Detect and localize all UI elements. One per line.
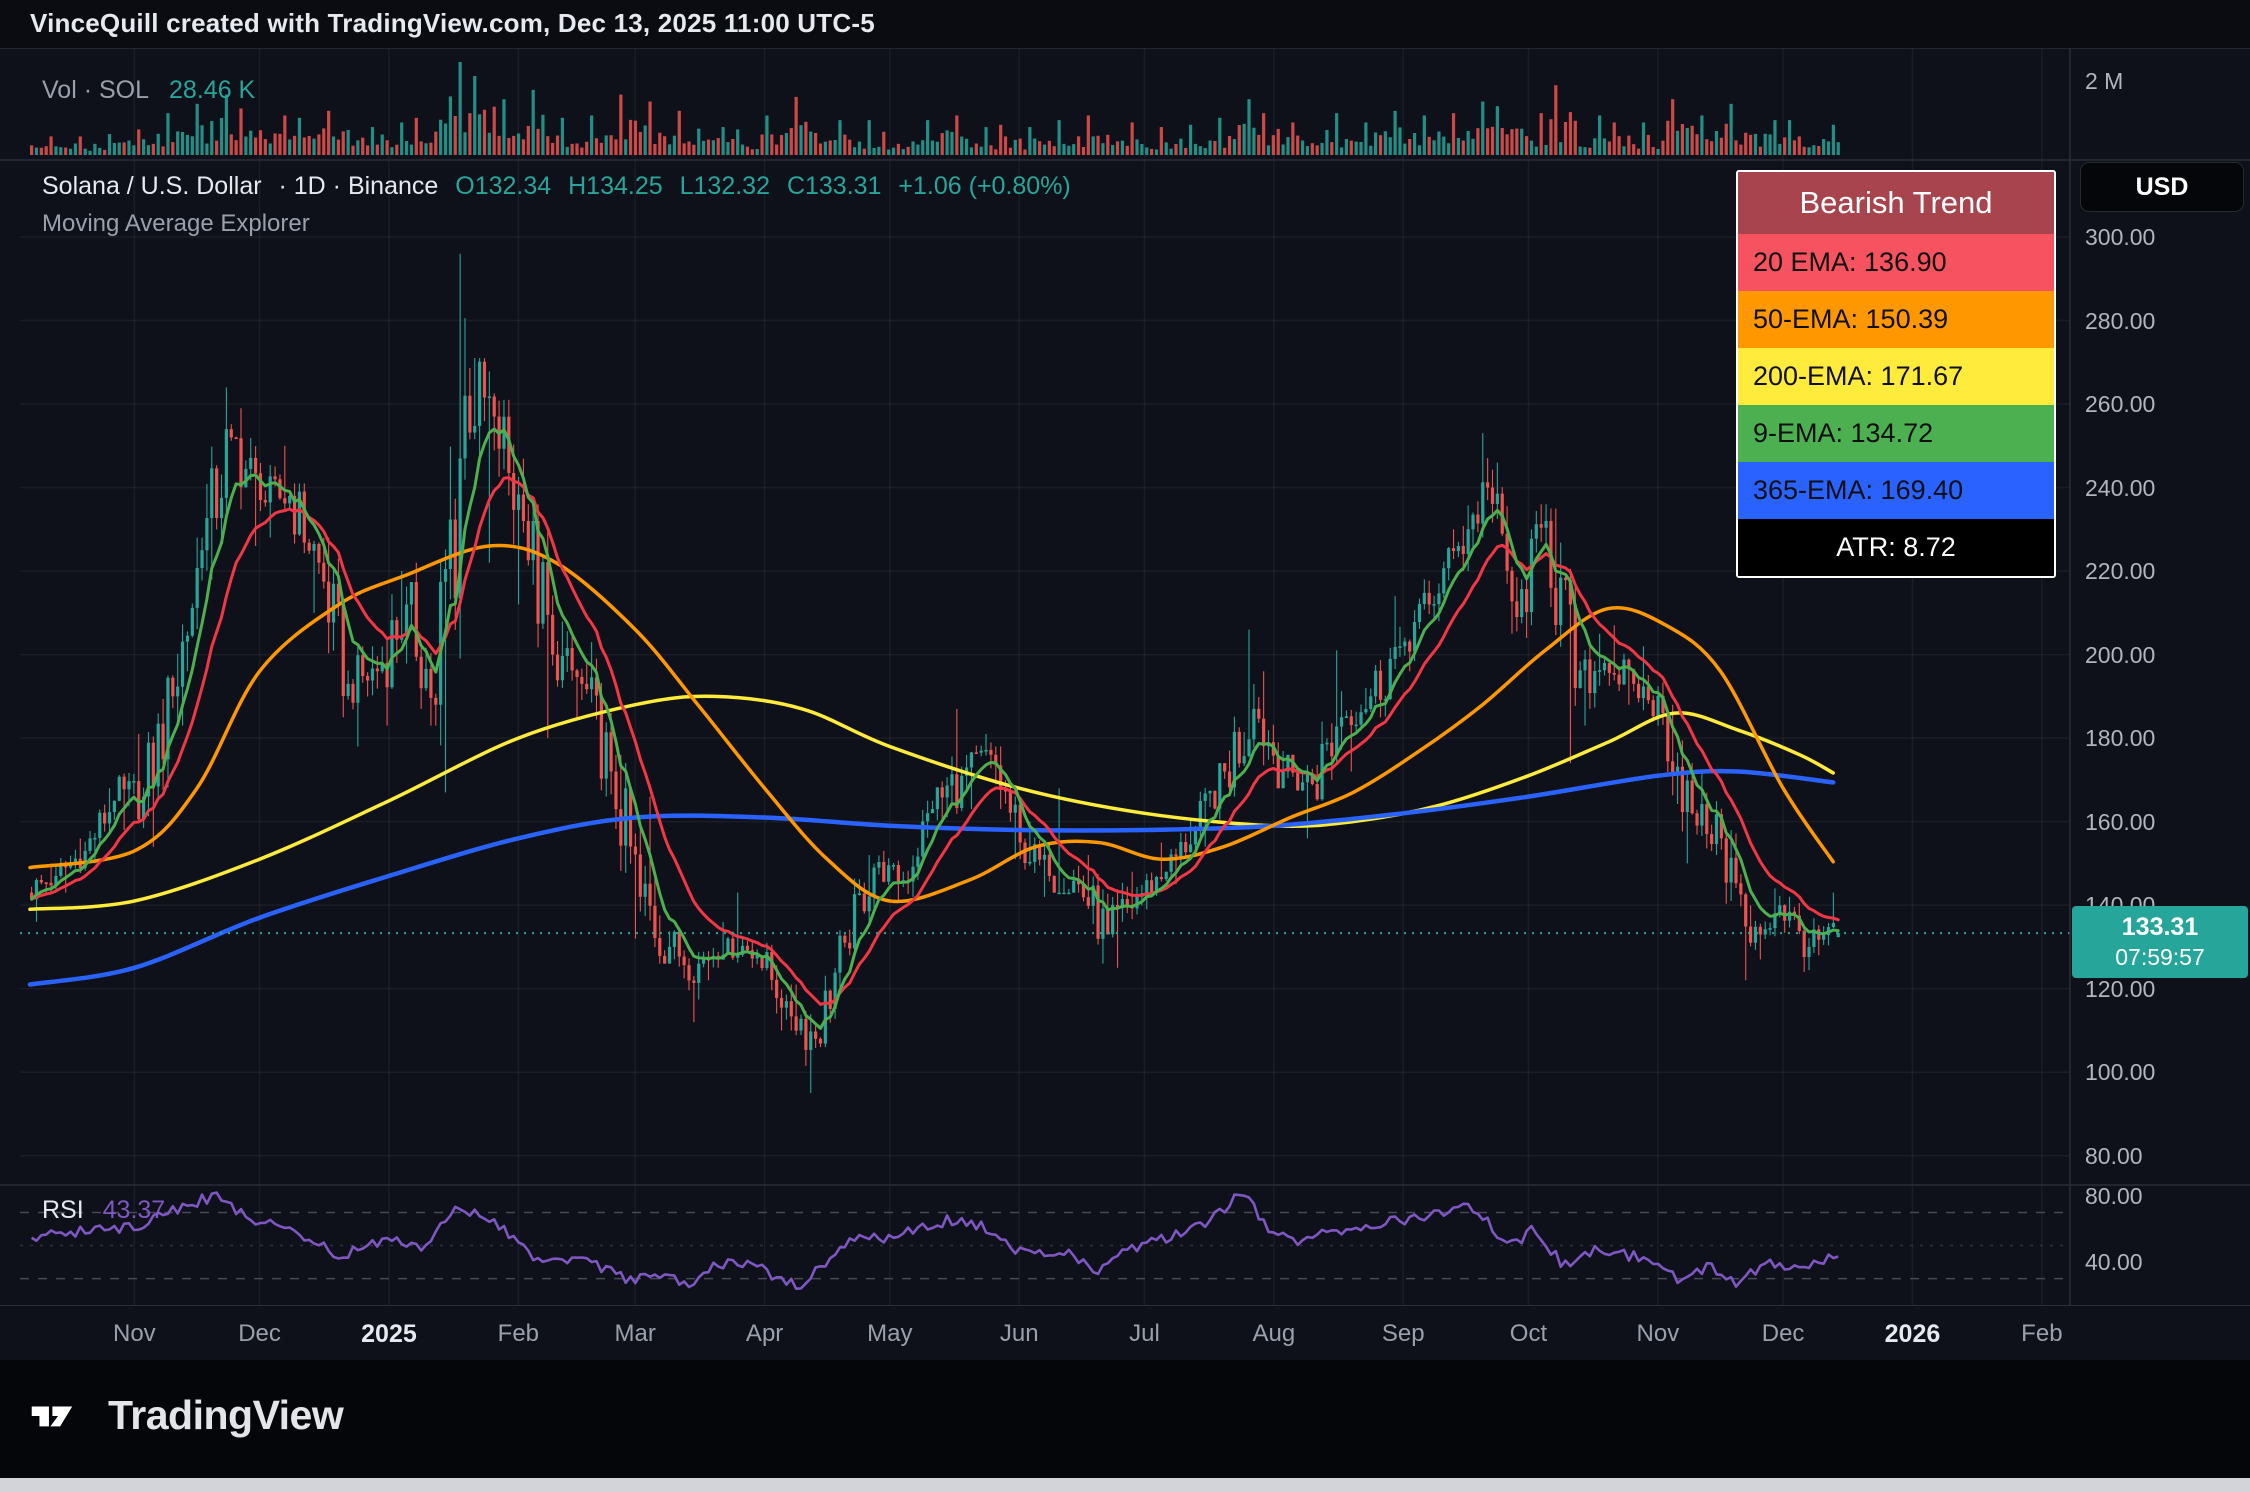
time-axis-label: Nov (1637, 1320, 1680, 1348)
tradingview-logo-icon (30, 1394, 92, 1438)
symbol-info-row[interactable]: Solana / U.S. Dollar · 1D · Binance O132… (42, 172, 1081, 201)
time-axis-label: Jun (1000, 1320, 1039, 1348)
time-axis-label: Dec (238, 1320, 281, 1348)
trend-status-badge: Bearish Trend (1738, 172, 2054, 234)
ema-legend-row: 20 EMA: 136.90 (1738, 234, 2054, 291)
time-axis-label: Nov (113, 1320, 156, 1348)
last-price-badge[interactable]: 133.31 07:59:57 (2072, 906, 2248, 978)
price-axis[interactable]: 2 M 300.00 280.00 260.00 240.00 220.00 200.00 1… (2070, 48, 2250, 1305)
ema-legend-row: 9-EMA: 134.72 (1738, 405, 2054, 462)
header-bar: VinceQuill created with TradingView.com,… (0, 0, 2250, 48)
volume-label: Vol · SOL (42, 76, 148, 104)
price-axis-label: 80.00 (2085, 1143, 2143, 1170)
time-axis-label: Aug (1252, 1320, 1295, 1348)
time-axis-label: Dec (1762, 1320, 1805, 1348)
time-axis-label: Mar (615, 1320, 656, 1348)
time-axis-label: 2025 (361, 1320, 417, 1349)
page-title: VinceQuill created with TradingView.com,… (30, 8, 875, 39)
ohlc-low: L132.32 (680, 172, 770, 200)
volume-value: 28.46 K (169, 76, 255, 104)
rsi-value: 43.37 (103, 1196, 166, 1224)
rsi-axis-label: 80.00 (2085, 1183, 2143, 1210)
price-axis-label: 280.00 (2085, 308, 2155, 335)
price-axis-label: 240.00 (2085, 475, 2155, 502)
time-axis-label: 2026 (1885, 1320, 1941, 1349)
time-axis[interactable]: Nov Dec 2025 Feb Mar Apr May Jun Jul Aug Sep Oct Nov… (0, 1305, 2250, 1361)
time-axis-label: May (867, 1320, 912, 1348)
tradingview-chart-window: VinceQuill created with TradingView.com,… (0, 0, 2250, 1492)
ema-legend-row: 50-EMA: 150.39 (1738, 291, 2054, 348)
price-axis-label: 180.00 (2085, 725, 2155, 752)
last-price-value: 133.31 (2072, 913, 2248, 942)
bottom-strip (0, 1478, 2250, 1492)
symbol-meta: · 1D · Binance (279, 172, 439, 200)
symbol-name[interactable]: Solana / U.S. Dollar (42, 172, 262, 200)
ema-legend-row: 200-EMA: 171.67 (1738, 348, 2054, 405)
rsi-label: RSI (42, 1196, 84, 1224)
time-axis-label: Feb (498, 1320, 539, 1348)
price-axis-label: 120.00 (2085, 976, 2155, 1003)
price-axis-label: 260.00 (2085, 391, 2155, 418)
time-axis-label: Jul (1129, 1320, 1160, 1348)
indicator-title[interactable]: Moving Average Explorer (42, 210, 310, 238)
volume-scale-label: 2 M (2085, 68, 2123, 95)
price-change: +1.06 (+0.80%) (898, 172, 1070, 200)
volume-indicator-legend[interactable]: Vol · SOL 28.46 K (42, 76, 255, 105)
time-axis-label: Sep (1382, 1320, 1425, 1348)
price-axis-label: 100.00 (2085, 1059, 2155, 1086)
footer-bar: TradingView (0, 1360, 2250, 1478)
atr-legend-row: ATR: 8.72 (1738, 519, 2054, 576)
time-axis-label: Oct (1510, 1320, 1547, 1348)
tradingview-brand-link[interactable]: TradingView (30, 1392, 343, 1439)
ohlc-open: O132.34 (455, 172, 551, 200)
ohlc-close: C133.31 (787, 172, 882, 200)
ema-legend-row: 365-EMA: 169.40 (1738, 462, 2054, 519)
price-axis-label: 300.00 (2085, 224, 2155, 251)
price-axis-label: 160.00 (2085, 809, 2155, 836)
rsi-axis-label: 40.00 (2085, 1249, 2143, 1276)
rsi-indicator-legend[interactable]: RSI 43.37 (42, 1196, 165, 1225)
price-axis-label: 220.00 (2085, 558, 2155, 585)
time-axis-label: Apr (746, 1320, 783, 1348)
time-axis-label: Feb (2021, 1320, 2062, 1348)
ema-legend-table: Bearish Trend 20 EMA: 136.9050-EMA: 150.… (1736, 170, 2056, 578)
ohlc-high: H134.25 (568, 172, 663, 200)
tradingview-brand-text: TradingView (108, 1392, 343, 1439)
bar-countdown-timer: 07:59:57 (2072, 944, 2248, 971)
price-axis-label: 200.00 (2085, 642, 2155, 669)
